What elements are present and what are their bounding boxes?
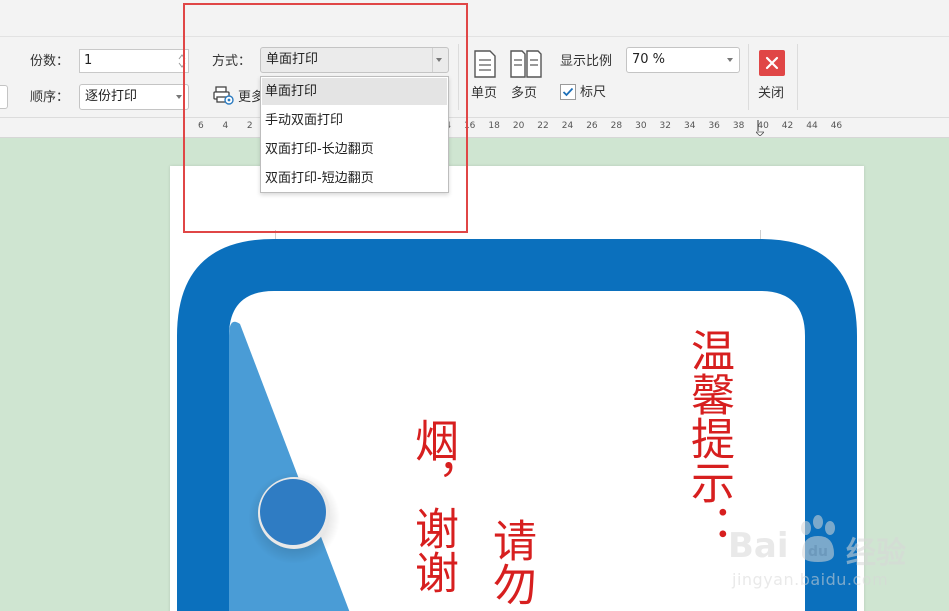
ruler-tick-label: 28 <box>610 121 623 131</box>
notice-line-2: 请勿 <box>485 518 536 606</box>
paw-logo-icon: du <box>801 515 835 562</box>
svg-text:du: du <box>808 544 828 560</box>
ruler-tick-label: 24 <box>561 121 574 131</box>
single-page-icon[interactable] <box>473 50 497 78</box>
copies-input[interactable]: 1 <box>79 49 189 73</box>
ruler-tick-label: 34 <box>684 121 696 131</box>
ruler-tick-label: 20 <box>512 121 525 131</box>
copies-label: 份数： <box>30 54 70 69</box>
horizontal-ruler[interactable]: 6421416182022242628303234363840424446 <box>0 118 949 138</box>
order-select[interactable]: 逐份打印 <box>79 84 189 110</box>
watermark-brand: Bai <box>728 526 789 566</box>
notice-line-3: 烟，谢谢 <box>407 418 458 594</box>
left-edge-control[interactable] <box>0 85 8 109</box>
order-label: 顺序： <box>30 90 70 105</box>
ruler-tick-label: 18 <box>488 121 500 131</box>
zoom-label: 显示比例 <box>560 54 613 69</box>
toolbar-divider <box>0 36 949 37</box>
ruler-tick-label: 42 <box>781 121 794 131</box>
notice-heading: 温馨提示： <box>683 328 734 548</box>
chevron-down-icon <box>727 58 733 62</box>
toolbar-separator <box>748 44 749 110</box>
chevron-down-icon <box>176 95 182 99</box>
ruler-tick-label: 36 <box>708 121 720 131</box>
zoom-select[interactable]: 70 % <box>626 47 740 73</box>
baidu-jingyan-watermark: Bai du 经验 jingyan.baidu.com <box>728 512 943 602</box>
multi-page-label[interactable]: 多页 <box>511 85 537 103</box>
watermark-url: jingyan.baidu.com <box>732 570 889 589</box>
zoom-value: 70 % <box>632 52 666 67</box>
order-value: 逐份打印 <box>85 89 138 104</box>
ruler-indent-marker-icon[interactable] <box>756 120 764 136</box>
ruler-tick-label: 26 <box>586 121 598 131</box>
ruler-tick-label: 32 <box>659 121 671 131</box>
close-label[interactable]: 关闭 <box>758 85 784 103</box>
ruler-checkbox[interactable] <box>560 84 576 100</box>
single-page-label[interactable]: 单页 <box>471 85 497 103</box>
copies-value: 1 <box>84 53 93 68</box>
ruler-tick-label: 44 <box>806 121 818 131</box>
ruler-tick-label: 30 <box>635 121 647 131</box>
ruler-tick-label: 38 <box>732 121 745 131</box>
multi-page-icon[interactable] <box>510 50 542 78</box>
close-icon[interactable] <box>759 50 785 76</box>
ruler-tick-label: 46 <box>830 121 843 131</box>
ruler-tick-label: 22 <box>537 121 549 131</box>
annotation-highlight-box <box>183 3 468 233</box>
print-preview-toolbar: 份数： 1 顺序： 逐份打印 方式： 单面打印 更多 单页 多页 显示比例 70… <box>0 0 949 118</box>
watermark-brand-2: 经验 <box>846 536 906 571</box>
ruler-label[interactable]: 标尺 <box>580 84 606 102</box>
toolbar-separator <box>797 44 798 110</box>
